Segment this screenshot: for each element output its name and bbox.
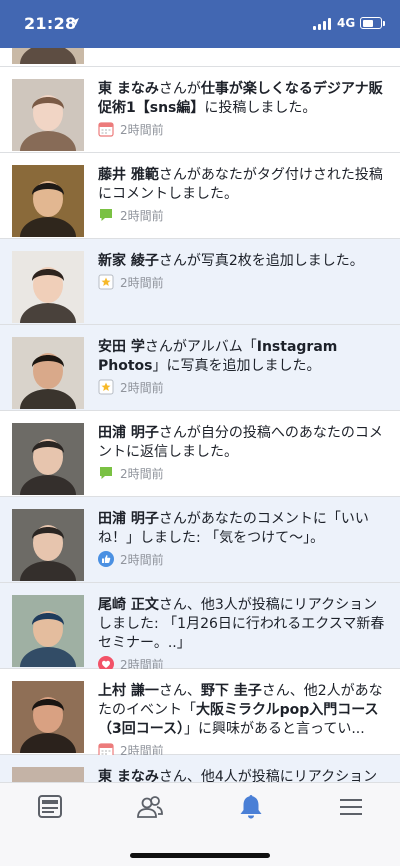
notification-text-bold: 東 まなみ bbox=[98, 81, 159, 97]
notification-item[interactable]: 新家 綾子さんが写真2枚を追加しました。 2時間前 bbox=[0, 239, 400, 325]
avatar bbox=[12, 79, 84, 151]
notification-meta: 2時間前 bbox=[98, 121, 390, 137]
friends-icon[interactable] bbox=[135, 793, 165, 821]
notification-meta: 2時間前 bbox=[98, 207, 390, 223]
notification-text: 東 まなみさんが仕事が楽しくなるデジアナ販促術1【sns編】に投稿しました。 bbox=[98, 80, 390, 118]
notification-text: 上村 謙一さん、野下 圭子さん、他2人があなたのイベント「大阪ミラクルpop入門… bbox=[98, 682, 390, 739]
notification-item[interactable]: 田浦 明子さんがあなたのコメントに「いいね！」しました: 「気をつけて〜」。 2時… bbox=[0, 497, 400, 583]
location-arrow-icon bbox=[70, 16, 80, 30]
notification-body: 上村 謙一さん、野下 圭子さん、他2人があなたのイベント「大阪ミラクルpop入門… bbox=[98, 682, 390, 758]
notifications-feed[interactable]: 2時間前東 まなみさんが仕事が楽しくなるデジアナ販促術1【sns編】に投稿しまし… bbox=[0, 20, 400, 782]
notification-text-bold: 田浦 明子 bbox=[98, 425, 159, 441]
avatar bbox=[12, 337, 84, 409]
notification-text-bold: 上村 謙一 bbox=[98, 683, 159, 699]
notification-text-bold: 尾崎 正文 bbox=[98, 597, 159, 613]
notification-item[interactable]: 上村 謙一さん、野下 圭子さん、他2人があなたのイベント「大阪ミラクルpop入門… bbox=[0, 669, 400, 758]
notification-meta: 2時間前 bbox=[98, 551, 390, 567]
notification-text-bold: 田浦 明子 bbox=[98, 511, 159, 527]
notification-text-span: さん、他4人が投稿にリアクション bbox=[158, 769, 378, 782]
notification-text: 藤井 雅範さんがあなたがタグ付けされた投稿にコメントしました。 bbox=[98, 166, 390, 204]
notification-text-bold: 藤井 雅範 bbox=[98, 167, 159, 183]
avatar bbox=[12, 251, 84, 323]
status-bar: 21:28 4G bbox=[0, 0, 400, 48]
notification-text-span: に投稿しました。 bbox=[204, 100, 317, 116]
notification-text-span: さんが写真2枚を追加しました。 bbox=[158, 253, 364, 269]
home-indicator bbox=[130, 853, 270, 858]
notification-body: 新家 綾子さんが写真2枚を追加しました。 2時間前 bbox=[98, 252, 390, 290]
notification-time: 2時間前 bbox=[120, 380, 164, 395]
notification-item[interactable]: 田浦 明子さんが自分の投稿へのあなたのコメントに返信しました。 2時間前 bbox=[0, 411, 400, 497]
notification-time: 2時間前 bbox=[120, 466, 164, 481]
signal-icon bbox=[313, 18, 332, 30]
notification-body: 安田 学さんがアルバム「Instagram Photos」に写真を追加しました。… bbox=[98, 338, 390, 395]
network-type: 4G bbox=[337, 16, 356, 30]
notification-text-span: さんがアルバム「 bbox=[144, 339, 257, 355]
notification-text-span: 」に興味があると言ってい... bbox=[184, 721, 365, 737]
comment-icon bbox=[98, 465, 114, 481]
notification-body: 尾崎 正文さん、他3人が投稿にリアクションしました: 「1月26日に行われるエク… bbox=[98, 596, 390, 672]
avatar bbox=[12, 423, 84, 495]
notification-time: 2時間前 bbox=[120, 208, 164, 223]
notification-text-bold: 安田 学 bbox=[98, 339, 145, 355]
notification-meta: 2時間前 bbox=[98, 379, 390, 395]
notification-text: 田浦 明子さんが自分の投稿へのあなたのコメントに返信しました。 bbox=[98, 424, 390, 462]
notification-text: 尾崎 正文さん、他3人が投稿にリアクションしました: 「1月26日に行われるエク… bbox=[98, 596, 390, 653]
like-icon bbox=[98, 551, 114, 567]
notification-time: 2時間前 bbox=[120, 122, 164, 137]
avatar bbox=[12, 767, 84, 782]
avatar bbox=[12, 681, 84, 753]
star-photo-icon bbox=[98, 379, 114, 395]
notification-text-span: 」に写真を追加しました。 bbox=[152, 358, 321, 374]
notification-text-span: さんが bbox=[158, 81, 201, 97]
notification-time: 2時間前 bbox=[120, 275, 164, 290]
notification-text-bold: 新家 綾子 bbox=[98, 253, 159, 269]
battery-tip bbox=[383, 21, 385, 26]
notification-text-bold: 野下 圭子 bbox=[200, 683, 262, 699]
notification-body: 田浦 明子さんがあなたのコメントに「いいね！」しました: 「気をつけて〜」。 2時… bbox=[98, 510, 390, 567]
notification-text: 田浦 明子さんがあなたのコメントに「いいね！」しました: 「気をつけて〜」。 bbox=[98, 510, 390, 548]
notification-item[interactable]: 藤井 雅範さんがあなたがタグ付けされた投稿にコメントしました。 2時間前 bbox=[0, 153, 400, 239]
news-feed-icon[interactable] bbox=[35, 793, 65, 821]
notification-body: 東 まなみさん、他4人が投稿にリアクション bbox=[98, 768, 390, 782]
notification-meta: 2時間前 bbox=[98, 274, 390, 290]
notification-text: 新家 綾子さんが写真2枚を追加しました。 bbox=[98, 252, 390, 271]
notification-text-bold: 東 まなみ bbox=[98, 769, 159, 782]
calendar-icon bbox=[98, 121, 114, 137]
menu-icon[interactable] bbox=[336, 793, 366, 821]
notification-text: 安田 学さんがアルバム「Instagram Photos」に写真を追加しました。 bbox=[98, 338, 390, 376]
tab-bar bbox=[0, 782, 400, 866]
notification-time: 2時間前 bbox=[120, 552, 164, 567]
battery-icon bbox=[360, 17, 382, 29]
comment-icon bbox=[98, 207, 114, 223]
notification-body: 田浦 明子さんが自分の投稿へのあなたのコメントに返信しました。 2時間前 bbox=[98, 424, 390, 481]
notification-item[interactable]: 尾崎 正文さん、他3人が投稿にリアクションしました: 「1月26日に行われるエク… bbox=[0, 583, 400, 672]
avatar bbox=[12, 165, 84, 237]
notification-text-span: さん、 bbox=[158, 683, 201, 699]
star-photo-icon bbox=[98, 274, 114, 290]
notification-body: 東 まなみさんが仕事が楽しくなるデジアナ販促術1【sns編】に投稿しました。 2時… bbox=[98, 80, 390, 137]
avatar bbox=[12, 595, 84, 667]
notifications-bell-icon[interactable] bbox=[236, 793, 266, 821]
notification-item[interactable]: 東 まなみさんが仕事が楽しくなるデジアナ販促術1【sns編】に投稿しました。 2時… bbox=[0, 67, 400, 153]
notification-body: 藤井 雅範さんがあなたがタグ付けされた投稿にコメントしました。 2時間前 bbox=[98, 166, 390, 223]
notification-meta: 2時間前 bbox=[98, 465, 390, 481]
status-time: 21:28 bbox=[24, 14, 77, 33]
avatar bbox=[12, 509, 84, 581]
notification-text: 東 まなみさん、他4人が投稿にリアクション bbox=[98, 768, 390, 782]
notification-item[interactable]: 安田 学さんがアルバム「Instagram Photos」に写真を追加しました。… bbox=[0, 325, 400, 411]
notification-item[interactable]: 東 まなみさん、他4人が投稿にリアクション bbox=[0, 755, 400, 782]
